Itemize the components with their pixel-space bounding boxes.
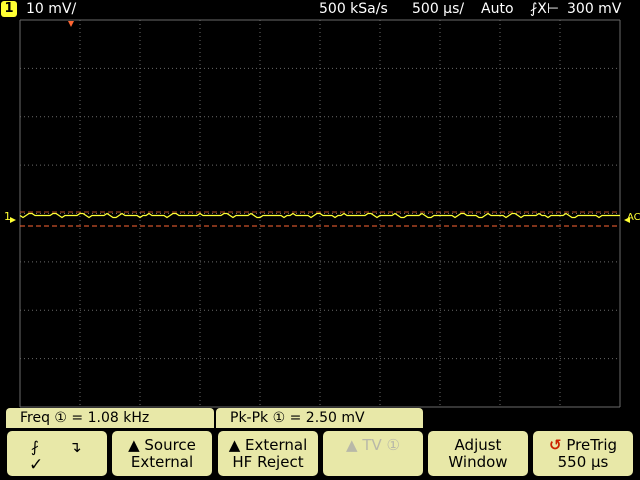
pretrig-label: PreTrig: [566, 436, 618, 454]
channel-ground-marker: 1: [4, 210, 11, 223]
falling-edge-icon: ↴: [69, 438, 82, 456]
softkey-bar: ⨏ ↴ ✓ ▲ Source External ▲ External HF Re…: [0, 428, 640, 480]
check-icon: ✓: [29, 455, 44, 475]
source-softkey-value: External: [130, 453, 194, 471]
graticule: 1 AC: [4, 19, 640, 408]
source-softkey-label: ▲ Source: [128, 436, 196, 454]
coupling-label: AC: [627, 212, 640, 223]
rising-edge-icon: ⨏: [31, 438, 39, 456]
freq-measurement[interactable]: Freq ① = 1.08 kHz: [6, 408, 214, 428]
adjust-window-label: Adjust: [454, 436, 502, 454]
trigger-slope-softkey[interactable]: ⨏ ↴ ✓: [7, 431, 107, 476]
channel-ground-arrow: [10, 217, 16, 223]
external-softkey[interactable]: ▲ External HF Reject: [218, 431, 318, 476]
pretrig-value: 550 µs: [557, 453, 609, 471]
pretrig-softkey[interactable]: ↺ PreTrig 550 µs: [533, 431, 633, 476]
external-softkey-value: HF Reject: [232, 453, 304, 471]
source-softkey[interactable]: ▲ Source External: [112, 431, 212, 476]
rotate-knob-icon: ↺: [548, 436, 562, 454]
tv-softkey[interactable]: ▲ TV ①: [323, 431, 423, 476]
external-softkey-label: ▲ External: [228, 436, 308, 454]
tv-softkey-label: ▲ TV ①: [346, 436, 400, 454]
adjust-window-value: Window: [448, 453, 508, 471]
pkpk-measurement[interactable]: Pk-Pk ① = 2.50 mV: [216, 408, 423, 428]
trigger-position-marker: [68, 21, 74, 27]
adjust-window-softkey[interactable]: Adjust Window: [428, 431, 528, 476]
